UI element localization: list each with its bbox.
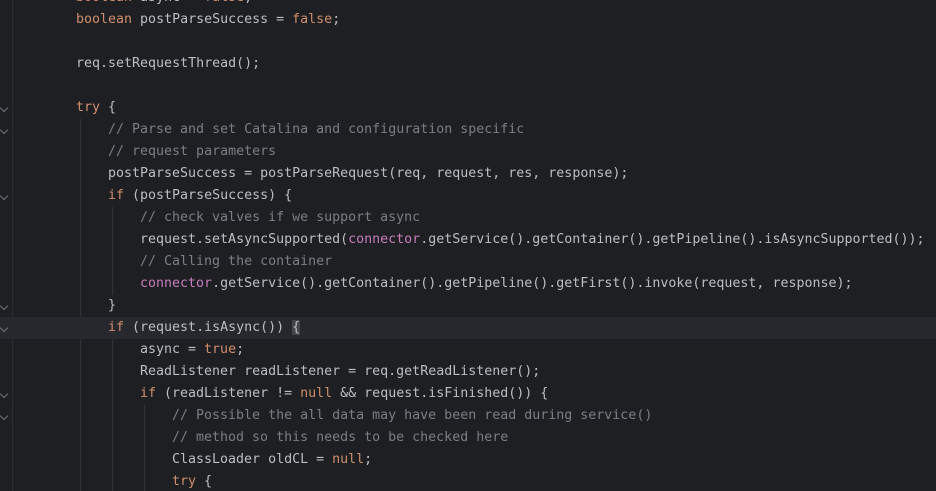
code-token: // Parse and set Catalina and configurat… <box>108 122 525 137</box>
code-token: try <box>172 474 197 489</box>
code-line[interactable]: connector.getService().getContainer().ge… <box>0 273 936 295</box>
code-text: connector.getService().getContainer().ge… <box>140 273 853 295</box>
code-token: postParseSuccess = <box>132 12 293 27</box>
code-text: boolean async = false; <box>76 0 252 9</box>
code-text: async = true; <box>140 339 244 361</box>
code-token: } <box>108 298 117 313</box>
code-text: // method so this needs to be checked he… <box>172 427 508 449</box>
code-text: if (readListener != null && request.isFi… <box>140 383 548 405</box>
fold-chevron-icon[interactable] <box>0 411 9 421</box>
fold-chevron-icon[interactable] <box>0 323 9 333</box>
code-token: boolean <box>76 12 133 27</box>
code-token: connector <box>140 276 213 291</box>
code-line[interactable]: boolean async = false; <box>0 0 936 9</box>
code-line[interactable]: try { <box>0 97 936 119</box>
matched-brace: { <box>292 320 301 335</box>
code-line[interactable]: ClassLoader oldCL = null; <box>0 449 936 471</box>
code-line[interactable]: if (readListener != null && request.isFi… <box>0 383 936 405</box>
code-token: { <box>100 100 117 115</box>
code-editor[interactable]: boolean async = false;boolean postParseS… <box>0 0 936 491</box>
code-token: async = <box>140 342 205 357</box>
code-line[interactable]: // Calling the container <box>0 251 936 273</box>
code-token: async = <box>132 0 204 5</box>
code-token: ; <box>236 342 245 357</box>
code-token: // Calling the container <box>140 254 333 269</box>
code-line[interactable]: // method so this needs to be checked he… <box>0 427 936 449</box>
code-text: ClassLoader oldCL = null; <box>172 449 372 471</box>
code-line[interactable]: boolean postParseSuccess = false; <box>0 9 936 31</box>
code-line[interactable]: if (postParseSuccess) { <box>0 185 936 207</box>
code-token: ReadListener readListener = req.getReadL… <box>140 364 541 379</box>
code-line[interactable] <box>0 75 936 97</box>
code-text: request.setAsyncSupported(connector.getS… <box>140 229 925 251</box>
code-line[interactable]: // Possible the all data may have been r… <box>0 405 936 427</box>
code-line[interactable]: // check valves if we support async <box>0 207 936 229</box>
code-token: postParseSuccess = postParseRequest(req,… <box>108 166 629 181</box>
code-line[interactable]: ReadListener readListener = req.getReadL… <box>0 361 936 383</box>
code-token: // check valves if we support async <box>140 210 421 225</box>
code-token: if <box>108 188 125 203</box>
code-token: { <box>196 474 213 489</box>
code-token: false <box>204 0 244 5</box>
fold-chevron-icon[interactable] <box>0 125 9 135</box>
code-text: if (postParseSuccess) { <box>108 185 292 207</box>
code-line[interactable]: // request parameters <box>0 141 936 163</box>
code-token: try <box>76 100 101 115</box>
code-line[interactable]: async = true; <box>0 339 936 361</box>
code-text: req.setRequestThread(); <box>76 53 260 75</box>
code-token: req.setRequestThread(); <box>76 56 261 71</box>
code-token: (request.isAsync()) <box>124 320 293 335</box>
code-token: ; <box>332 12 341 27</box>
code-text: try { <box>76 97 116 119</box>
code-text: if (request.isAsync()) { <box>108 317 301 339</box>
code-token: if <box>108 320 125 335</box>
code-line[interactable]: try { <box>0 471 936 491</box>
code-token: null <box>300 386 333 401</box>
code-token: true <box>204 342 237 357</box>
code-token: if <box>140 386 157 401</box>
code-token: null <box>332 452 365 467</box>
code-token: // request parameters <box>108 144 277 159</box>
code-text: // Possible the all data may have been r… <box>172 405 652 427</box>
code-token: // Possible the all data may have been r… <box>172 408 653 423</box>
code-text: // check valves if we support async <box>140 207 420 229</box>
fold-chevron-icon[interactable] <box>0 301 9 311</box>
code-token: connector <box>348 232 421 247</box>
code-token: ; <box>364 452 373 467</box>
fold-chevron-icon[interactable] <box>0 389 9 399</box>
code-token: .getService().getContainer().getPipeline… <box>420 232 925 247</box>
code-text: boolean postParseSuccess = false; <box>76 9 340 31</box>
code-text: // request parameters <box>108 141 276 163</box>
code-line[interactable]: request.setAsyncSupported(connector.getS… <box>0 229 936 251</box>
code-text: } <box>108 295 116 317</box>
code-line[interactable]: } <box>0 295 936 317</box>
code-token: boolean <box>76 0 132 5</box>
code-line[interactable]: // Parse and set Catalina and configurat… <box>0 119 936 141</box>
code-line[interactable]: postParseSuccess = postParseRequest(req,… <box>0 163 936 185</box>
code-token: false <box>292 12 333 27</box>
code-text: postParseSuccess = postParseRequest(req,… <box>108 163 628 185</box>
code-token: (postParseSuccess) { <box>124 188 293 203</box>
fold-chevron-icon[interactable] <box>0 191 9 201</box>
code-text: // Parse and set Catalina and configurat… <box>108 119 524 141</box>
code-line[interactable]: req.setRequestThread(); <box>0 53 936 75</box>
fold-chevron-icon[interactable] <box>0 103 9 113</box>
code-token: && request.isFinished()) { <box>332 386 549 401</box>
code-text: // Calling the container <box>140 251 332 273</box>
code-text: ReadListener readListener = req.getReadL… <box>140 361 540 383</box>
code-token: ClassLoader oldCL = <box>172 452 333 467</box>
code-token: (readListener != <box>156 386 301 401</box>
code-token: .getService().getContainer().getPipeline… <box>212 276 853 291</box>
code-token: // method so this needs to be checked he… <box>172 430 509 445</box>
code-line[interactable] <box>0 31 936 53</box>
current-code-line[interactable]: if (request.isAsync()) { <box>0 317 936 339</box>
code-token: request.setAsyncSupported( <box>140 232 349 247</box>
code-token: ; <box>244 0 252 5</box>
code-text: try { <box>172 471 212 491</box>
